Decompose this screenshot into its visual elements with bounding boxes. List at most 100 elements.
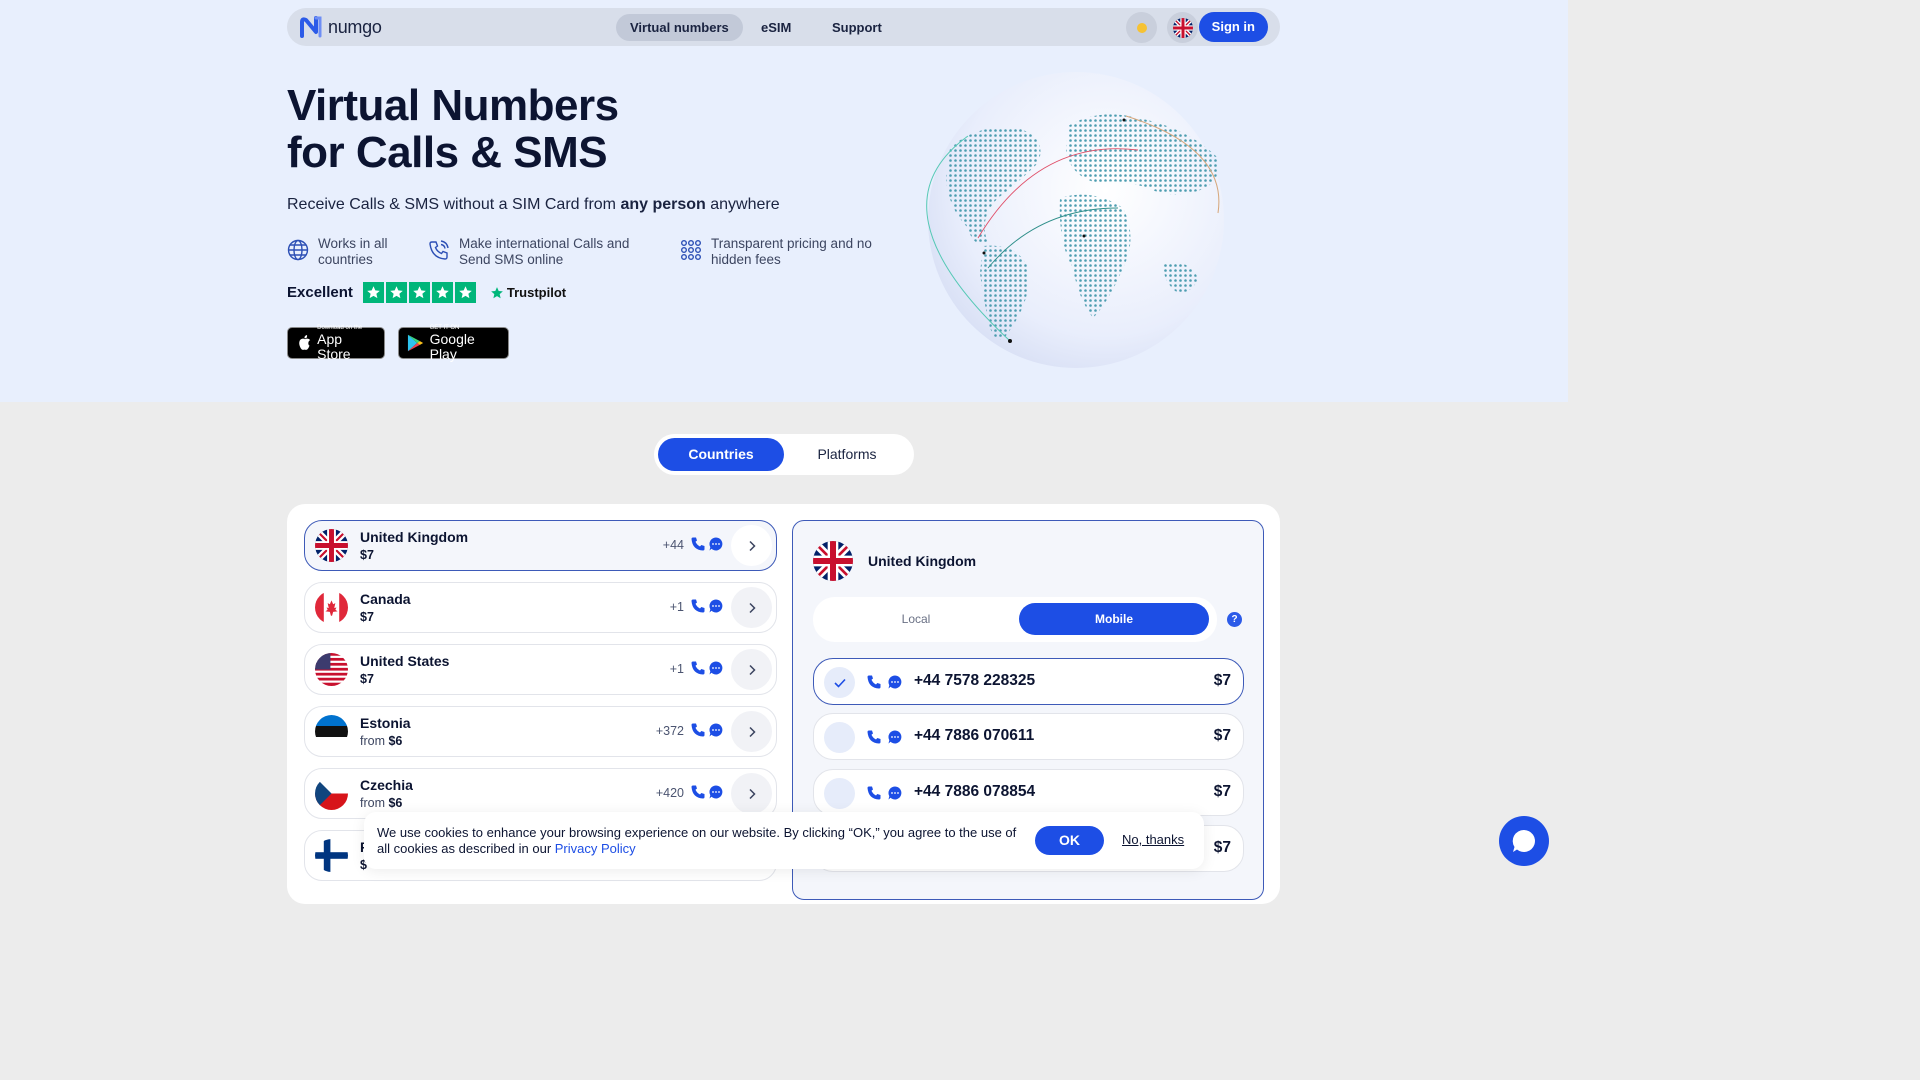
title-line-1: Virtual Numbers [287,81,619,130]
number-type-local[interactable]: Local [819,603,1013,635]
check-icon [833,678,846,688]
chevron-right-icon [748,540,756,551]
price-value: $7 [360,610,374,624]
czechia-flag-icon [315,777,348,810]
number-radio[interactable] [824,667,855,698]
app-store-button[interactable]: Download on the App Store [287,325,385,362]
country-row-estonia[interactable]: Estonia from $6 +372 [304,706,777,757]
number-price: $7 [1213,839,1231,856]
phone-icon [691,723,705,737]
nav-support[interactable]: Support [818,14,896,41]
country-price: $7 [360,610,374,624]
us-flag-icon [315,653,348,686]
country-row-united-states[interactable]: United States $7 +1 [304,644,777,695]
country-price: from $6 [360,734,402,748]
number-radio[interactable] [824,722,855,753]
tab-countries[interactable]: Countries [658,438,784,471]
country-price: $7 [360,548,374,562]
country-row-united-kingdom[interactable]: United Kingdom $7 +44 [304,520,777,571]
star-icon [408,282,430,303]
rating-stars [362,282,476,303]
uk-flag-icon [1172,17,1193,38]
phone-icon [691,537,705,551]
price-value: $7 [360,548,374,562]
feature-pricing: Transparent pricing and no hidden fees [680,236,872,268]
message-icon [709,599,723,613]
star-icon [385,282,407,303]
help-icon[interactable]: ? [1227,612,1242,627]
numgo-logo-icon [300,16,322,38]
chat-bubble-icon [1512,829,1535,852]
country-price: from $6 [360,796,402,810]
nav-esim[interactable]: eSIM [747,14,805,41]
country-name: Czechia [360,777,413,793]
trustpilot-logo: Trustpilot [490,285,566,300]
country-name: United States [360,653,450,669]
number-option[interactable]: +44 7886 070611 $7 [813,713,1244,760]
feature-text: Send SMS online [459,252,564,267]
browse-tabs: Countries Platforms [654,434,914,475]
dial-code: +1 [669,600,684,614]
nav-virtual-numbers[interactable]: Virtual numbers [616,14,743,41]
theme-toggle-button[interactable] [1126,12,1157,43]
capabilities [690,598,724,614]
phone-icon [867,675,881,689]
google-play-button[interactable]: GET IT ON Google Play [398,325,509,361]
trustpilot-rating[interactable]: Excellent Trustpilot [287,282,566,303]
logo[interactable]: numgo [300,16,382,38]
message-icon [709,785,723,799]
rating-label: Excellent [287,284,353,301]
price-value: $6 [388,734,403,748]
chevron-right-icon [748,664,756,675]
phone-number: +44 7578 228325 [914,672,1036,689]
number-option[interactable]: +44 7578 228325 $7 [813,658,1244,705]
cookie-ok-button[interactable]: OK [1035,826,1104,855]
star-icon [362,282,384,303]
cookie-decline-link[interactable]: No, thanks [1122,832,1184,847]
title-line-2: for Calls & SMS [287,128,608,177]
price-prefix: from [360,734,389,748]
number-price: $7 [1213,727,1231,744]
message-icon [709,723,723,737]
capabilities [690,660,724,676]
feature-text: countries [318,252,373,267]
privacy-policy-link[interactable]: Privacy Policy [555,841,636,856]
hero-subtitle: Receive Calls & SMS without a SIM Card f… [287,196,780,214]
subtitle-emphasis: any person [620,196,706,213]
message-icon [888,786,902,800]
uk-flag-icon [315,529,348,562]
globe-illustration [926,72,1224,368]
trustpilot-star-icon [491,286,503,298]
star-icon [454,282,476,303]
number-type-mobile[interactable]: Mobile [1019,603,1209,635]
open-country-button[interactable] [731,773,772,814]
selected-country-name: United Kingdom [868,553,977,569]
feature-calls-sms: Make international Calls and Send SMS onl… [428,236,629,268]
number-price: $7 [1213,672,1231,689]
open-country-button[interactable] [731,649,772,690]
tab-platforms[interactable]: Platforms [784,438,910,471]
estonia-flag-icon [315,715,348,748]
chat-button[interactable] [1499,816,1549,866]
phone-number: +44 7886 070611 [914,727,1035,744]
price-prefix: from [360,796,389,810]
logo-text: numgo [328,16,382,37]
message-icon [888,675,902,689]
feature-works-everywhere: Works in all countries [287,236,388,268]
open-country-button[interactable] [731,587,772,628]
number-radio[interactable] [824,778,855,809]
message-icon [709,661,723,675]
store-name: App Store [317,330,351,362]
google-play-icon [407,334,424,352]
cookie-banner: We use cookies to enhance your browsing … [364,812,1204,869]
uk-flag-icon [813,541,853,581]
sign-in-button[interactable]: Sign in [1198,12,1268,42]
dial-code: +1 [669,662,684,676]
open-country-button[interactable] [731,711,772,752]
dial-code: +44 [662,538,684,552]
language-button[interactable] [1167,12,1198,43]
open-country-button[interactable] [731,525,772,566]
hero-section: numgo Virtual numbers eSIM Support Sign … [0,0,1568,402]
country-row-canada[interactable]: Canada $7 +1 [304,582,777,633]
number-option[interactable]: +44 7886 078854 $7 [813,769,1244,816]
